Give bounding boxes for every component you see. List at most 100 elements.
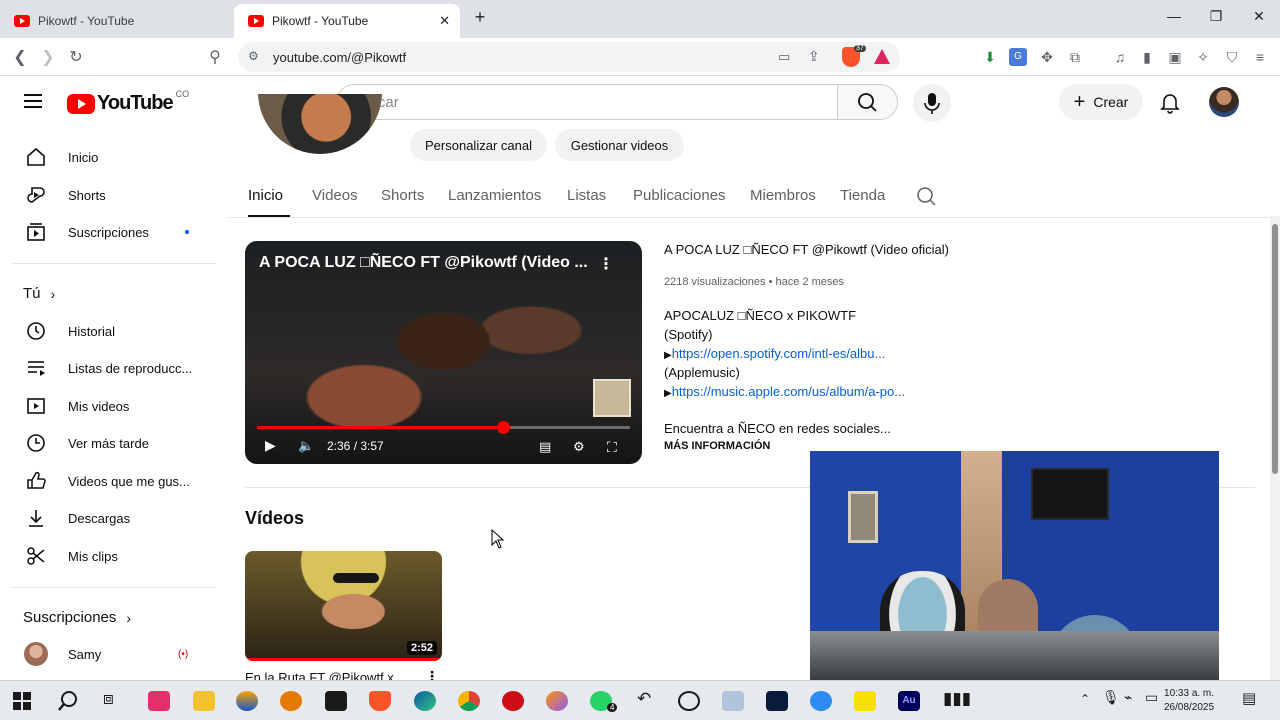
app-icon[interactable] [766,691,788,711]
youtube-logo[interactable]: YouTube CO [67,89,189,115]
subscription-channel[interactable]: Samy (•) [12,635,212,673]
restore-icon[interactable]: ❐ [1206,8,1226,25]
page-scrollbar[interactable] [1270,216,1280,680]
sticky-notes-icon[interactable] [854,691,876,711]
videos-section-heading[interactable]: Vídeos [245,508,304,529]
app-icon[interactable] [810,691,832,711]
scrollbar-thumb[interactable] [1272,224,1278,474]
sidebar-item-clips[interactable]: Mis clips [12,537,212,575]
play-icon[interactable]: ▶ [265,437,276,454]
opera-browser-icon[interactable] [502,691,524,711]
video-player[interactable]: A POCA LUZ □ÑECO FT @Pikowtf (Video ... … [245,241,642,464]
notifications-icon[interactable]: ▤ [1242,689,1256,707]
wallet-icon[interactable]: ▣ [1166,48,1184,66]
app-icon[interactable] [280,691,302,711]
site-info-icon[interactable]: ⚙ [248,49,259,63]
browser-tab[interactable]: Pikowtf - YouTube [0,4,232,38]
sidebar-item-my-videos[interactable]: Mis videos [12,387,212,425]
subtitles-icon[interactable]: ▤ [539,439,551,455]
system-clock[interactable]: 10:33 a. m. 26/08/2025 [1164,687,1214,715]
sidebar-item-playlists[interactable]: Listas de reproducc... [12,349,212,387]
windows-start-icon[interactable] [13,692,31,710]
leo-ai-icon[interactable]: ✧ [1194,48,1212,66]
app-icon[interactable] [236,691,258,711]
minimize-icon[interactable]: — [1164,8,1184,24]
edge-browser-icon[interactable] [414,691,436,711]
new-tab-button[interactable]: + [470,7,490,28]
extensions-icon[interactable]: ✥ [1038,48,1056,66]
tab-posts[interactable]: Publicaciones [633,187,726,204]
voice-search-button[interactable] [913,84,951,122]
sidebar-item-shorts[interactable]: Shorts [12,176,212,214]
channel-avatar-large[interactable] [258,94,382,154]
bookmark-icon[interactable]: ⚲ [205,47,225,67]
tab-shorts[interactable]: Shorts [381,187,424,204]
channel-search-icon[interactable] [916,186,938,208]
spotify-link[interactable]: https://open.spotify.com/intl-es/albu... [672,346,886,361]
sidebar-item-liked[interactable]: Videos que me gus... [12,462,212,500]
chevron-up-icon[interactable]: ⌃ [1080,692,1090,706]
audio-app-icon[interactable]: ▮▮▮ [943,689,971,709]
tab-home[interactable]: Inicio [248,187,283,204]
translate-extension-icon[interactable]: G [1009,48,1027,66]
vpn-icon[interactable]: ⛉ [1223,48,1241,66]
tab-search-icon[interactable]: ⧉ [1066,48,1084,66]
search-icon[interactable] [57,690,79,712]
menu-icon[interactable]: ≡ [1251,48,1269,66]
more-info-button[interactable]: MÁS INFORMACIÓN [664,440,770,452]
app-icon[interactable] [678,691,700,711]
app-icon[interactable]: ↶ [637,689,651,709]
scrubber-handle[interactable] [497,421,511,434]
reload-icon[interactable]: ↻ [66,47,86,67]
manage-videos-button[interactable]: Gestionar videos [555,129,684,161]
create-button[interactable]: + Crear [1059,84,1143,120]
sidebar-item-subscriptions[interactable]: Suscripciones [12,213,212,251]
apple-music-link[interactable]: https://music.apple.com/us/album/a-po... [672,384,905,399]
sidebar-item-home[interactable]: Inicio [12,138,212,176]
file-explorer-icon[interactable] [193,691,215,711]
brave-rewards-icon[interactable] [874,49,890,64]
hamburger-menu-icon[interactable] [24,94,42,108]
search-input[interactable]: Buscar [336,84,838,120]
microphone-icon[interactable]: 🎙 [1102,689,1120,706]
app-icon[interactable] [722,691,744,711]
volume-icon[interactable]: 🔈 [298,438,314,454]
tiktok-app-icon[interactable] [148,691,170,711]
audition-icon[interactable]: Au [898,691,920,711]
account-avatar[interactable] [1209,87,1239,117]
install-app-icon[interactable]: ▭ [778,49,790,65]
download-extension-icon[interactable]: ⬇ [981,48,999,66]
chrome-browser-icon[interactable] [458,691,480,711]
video-thumbnail[interactable]: 2:52 [245,551,442,661]
tab-playlists[interactable]: Listas [567,187,606,204]
volume-icon[interactable]: ▭ [1145,689,1158,706]
search-button[interactable] [838,84,898,120]
task-view-icon[interactable]: ⧈ [103,689,114,709]
you-section-header[interactable]: Tú › [23,285,55,302]
forward-icon[interactable]: ❯ [38,47,58,67]
close-tab-icon[interactable]: ✕ [439,13,450,29]
progress-bar[interactable] [257,421,630,434]
more-vert-icon[interactable]: ⋮ [598,254,614,274]
share-icon[interactable]: ⇪ [808,48,820,65]
notifications-button[interactable] [1158,90,1182,114]
sidebar-icon[interactable]: ▮ [1138,48,1156,66]
tab-videos[interactable]: Videos [312,187,358,204]
brave-browser-icon[interactable] [369,691,391,711]
address-bar[interactable]: ⚙ youtube.com/@Pikowtf ▭ ⇪ 37 [238,42,900,72]
back-icon[interactable]: ❮ [10,47,30,67]
firefox-browser-icon[interactable] [546,691,568,711]
tab-releases[interactable]: Lanzamientos [448,187,541,204]
featured-video-title[interactable]: A POCA LUZ □ÑECO FT @Pikowtf (Video ofic… [664,242,949,257]
subscriptions-section-header[interactable]: Suscripciones › [23,609,131,626]
sidebar-item-downloads[interactable]: Descargas [12,499,212,537]
tab-members[interactable]: Miembros [750,187,816,204]
browser-tab-active[interactable]: Pikowtf - YouTube ✕ [234,4,460,38]
sidebar-item-history[interactable]: Historial [12,312,212,350]
fullscreen-icon[interactable]: ⛶ [607,439,617,456]
tab-store[interactable]: Tienda [840,187,885,204]
network-icon[interactable]: ⌁ [1124,689,1132,706]
settings-icon[interactable]: ⚙ [573,439,585,455]
sidebar-item-watch-later[interactable]: Ver más tarde [12,424,212,462]
media-control-icon[interactable]: ♫ [1111,48,1129,66]
